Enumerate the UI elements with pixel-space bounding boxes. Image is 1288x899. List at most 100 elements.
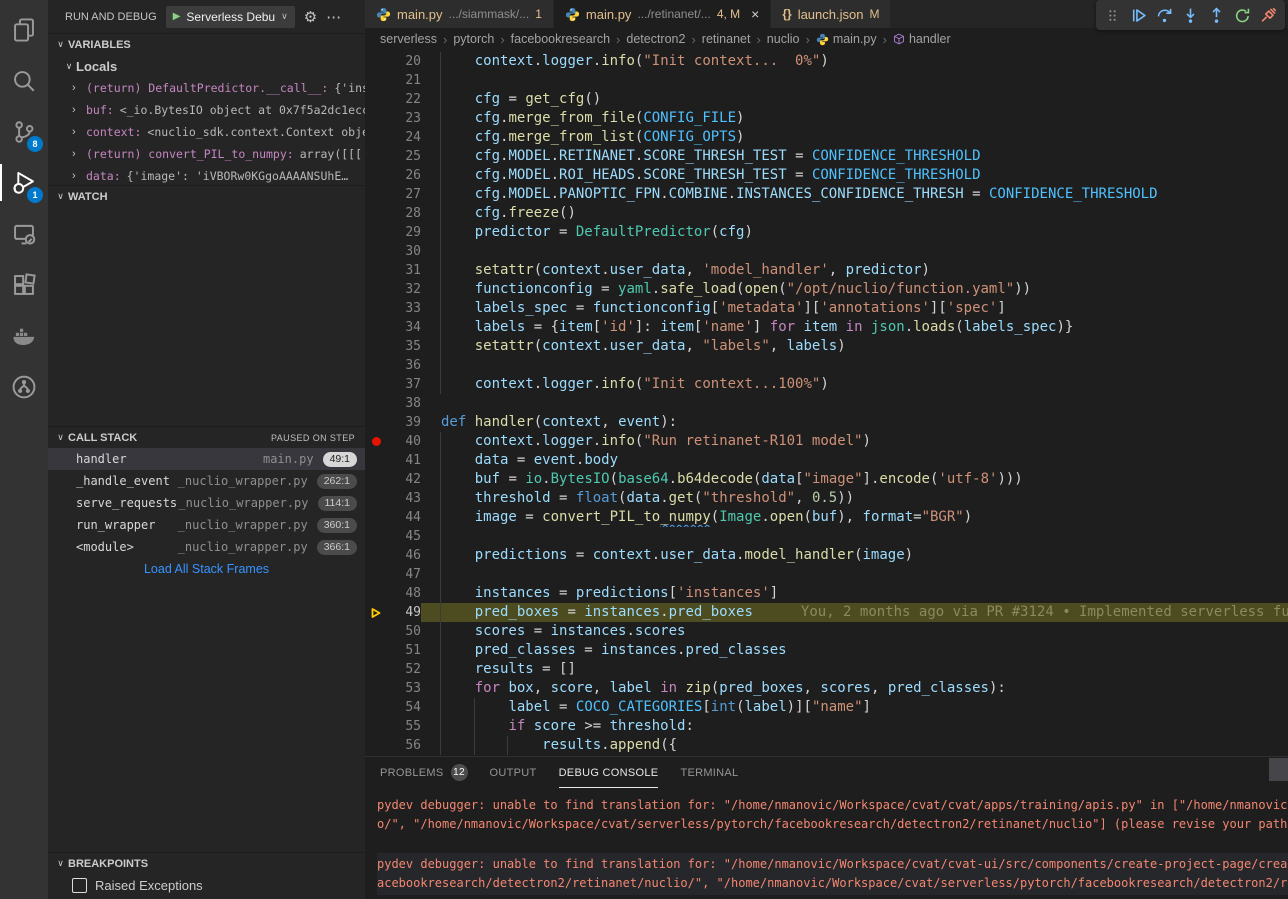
chevron-right-icon[interactable]: › [72,148,86,160]
code-line[interactable]: 32 functionconfig = yaml.safe_load(open(… [365,280,1288,299]
tab-main-py-retinanet[interactable]: main.py .../retinanet/... 4, M × [554,0,771,28]
code-line[interactable]: 35 setattr(context.user_data, "labels", … [365,337,1288,356]
variable-row[interactable]: ›(return) convert_PIL_to_numpy:array([[[… [48,143,365,165]
code-line[interactable]: 36 [365,356,1288,375]
code-line[interactable]: 20 context.logger.info("Init context... … [365,52,1288,71]
line-number[interactable]: 47 [387,565,421,584]
stack-frame-row[interactable]: <module>_nuclio_wrapper.py366:1 [48,536,365,558]
code-line[interactable]: 44 image = convert_PIL_to_numpy(Image.op… [365,508,1288,527]
code-line[interactable]: 52 results = [] [365,660,1288,679]
line-number[interactable]: 32 [387,280,421,299]
step-out-button[interactable] [1205,3,1228,27]
code-line[interactable]: 49 pred_boxes = instances.pred_boxesYou,… [365,603,1288,622]
line-number[interactable]: 43 [387,489,421,508]
watch-header[interactable]: ∨ WATCH [48,185,365,207]
line-number[interactable]: 39 [387,413,421,432]
code-line[interactable]: 24 cfg.merge_from_list(CONFIG_OPTS) [365,128,1288,147]
line-number[interactable]: 37 [387,375,421,394]
line-number[interactable]: 23 [387,109,421,128]
stack-frame-row[interactable]: serve_requests_nuclio_wrapper.py114:1 [48,492,365,514]
line-number[interactable]: 29 [387,223,421,242]
run-and-debug-icon[interactable]: 1 [0,157,48,208]
line-number[interactable]: 55 [387,717,421,736]
launch-config-select[interactable]: ▶ Serverless Debu ∨ [166,6,295,28]
tab-output[interactable]: OUTPUT [490,757,537,788]
code-line[interactable]: 33 labels_spec = functionconfig['metadat… [365,299,1288,318]
disconnect-button[interactable] [1257,3,1280,27]
code-line[interactable]: 43 threshold = float(data.get("threshold… [365,489,1288,508]
tab-main-py-siammask[interactable]: main.py .../siammask/... 1 [365,0,554,28]
line-number[interactable]: 48 [387,584,421,603]
panel-scrollbar[interactable] [1269,758,1288,781]
code-line[interactable]: 26 cfg.MODEL.ROI_HEADS.SCORE_THRESH_TEST… [365,166,1288,185]
call-stack-header[interactable]: ∨ CALL STACK PAUSED ON STEP [48,426,365,448]
git-graph-icon[interactable] [0,361,48,412]
code-line[interactable]: 28 cfg.freeze() [365,204,1288,223]
variable-row[interactable]: ›(return) DefaultPredictor.__call__:{'in… [48,77,365,99]
continue-button[interactable] [1127,3,1150,27]
step-over-button[interactable] [1153,3,1176,27]
tab-launch-json[interactable]: {} launch.json M [771,0,891,28]
line-number[interactable]: 27 [387,185,421,204]
line-number[interactable]: 51 [387,641,421,660]
raised-exceptions-checkbox[interactable] [72,878,87,893]
code-line[interactable]: 30 [365,242,1288,261]
breadcrumb-item[interactable]: retinanet [702,32,751,46]
code-line[interactable]: 38 [365,394,1288,413]
variable-row[interactable]: ›buf:<_io.BytesIO object at 0x7f5a2dc1ec… [48,99,365,121]
docker-icon[interactable] [0,310,48,361]
chevron-right-icon[interactable]: › [72,170,86,182]
locals-scope-row[interactable]: ∨ Locals [48,55,365,77]
stack-frame-row[interactable]: handlermain.py49:1 [48,448,365,470]
code-editor[interactable]: 20 context.logger.info("Init context... … [365,50,1288,756]
line-number[interactable]: 36 [387,356,421,375]
code-line[interactable]: 48 instances = predictions['instances'] [365,584,1288,603]
line-number[interactable]: 30 [387,242,421,261]
chevron-right-icon[interactable]: › [72,104,86,116]
code-line[interactable]: 29 predictor = DefaultPredictor(cfg) [365,223,1288,242]
code-line[interactable]: 45 [365,527,1288,546]
close-icon[interactable]: × [751,7,759,21]
stack-frame-row[interactable]: run_wrapper_nuclio_wrapper.py360:1 [48,514,365,536]
tab-terminal[interactable]: TERMINAL [680,757,738,788]
load-all-stack-frames-link[interactable]: Load All Stack Frames [48,558,365,580]
start-debug-icon[interactable]: ▶ [173,11,181,22]
line-number[interactable]: 52 [387,660,421,679]
breadcrumb-item-file[interactable]: main.py [816,32,877,46]
step-into-button[interactable] [1179,3,1202,27]
debug-console-output[interactable]: pydev debugger: unable to find translati… [365,788,1288,899]
code-line[interactable]: 22 cfg = get_cfg() [365,90,1288,109]
line-number[interactable]: 33 [387,299,421,318]
console-message[interactable]: pydev debugger: unable to find translati… [377,853,1288,895]
tab-debug-console[interactable]: DEBUG CONSOLE [559,757,659,788]
code-line[interactable]: 51 pred_classes = instances.pred_classes [365,641,1288,660]
gear-icon[interactable]: ⚙ [304,8,317,26]
variable-row[interactable]: ›context:<nuclio_sdk.context.Context obj… [48,121,365,143]
toolbar-drag-grip[interactable] [1101,3,1124,27]
stack-frame-row[interactable]: _handle_event_nuclio_wrapper.py262:1 [48,470,365,492]
code-line[interactable]: 54 label = COCO_CATEGORIES[int(label)]["… [365,698,1288,717]
code-line[interactable]: 53 for box, score, label in zip(pred_box… [365,679,1288,698]
code-line[interactable]: 42 buf = io.BytesIO(base64.b64decode(dat… [365,470,1288,489]
breadcrumb-item[interactable]: pytorch [453,32,494,46]
code-line[interactable]: 37 context.logger.info("Init context...1… [365,375,1288,394]
breadcrumb-item[interactable]: serverless [380,32,437,46]
line-number[interactable]: 25 [387,147,421,166]
code-line[interactable]: 47 [365,565,1288,584]
line-number[interactable]: 45 [387,527,421,546]
code-line[interactable]: 41 data = event.body [365,451,1288,470]
code-line[interactable]: 39def handler(context, event): [365,413,1288,432]
code-line[interactable]: 55 if score >= threshold: [365,717,1288,736]
console-message[interactable]: pydev debugger: unable to find translati… [377,794,1288,836]
code-line[interactable]: 27 cfg.MODEL.PANOPTIC_FPN.COMBINE.INSTAN… [365,185,1288,204]
source-control-icon[interactable]: 8 [0,106,48,157]
line-number[interactable]: 41 [387,451,421,470]
line-number[interactable]: 42 [387,470,421,489]
variables-header[interactable]: ∨ VARIABLES [48,33,365,55]
chevron-right-icon[interactable]: › [72,82,86,94]
breadcrumb-item[interactable]: detectron2 [626,32,685,46]
line-number[interactable]: 49 [387,603,421,622]
line-number[interactable]: 54 [387,698,421,717]
raised-exceptions-row[interactable]: Raised Exceptions [48,874,365,896]
line-number[interactable]: 26 [387,166,421,185]
